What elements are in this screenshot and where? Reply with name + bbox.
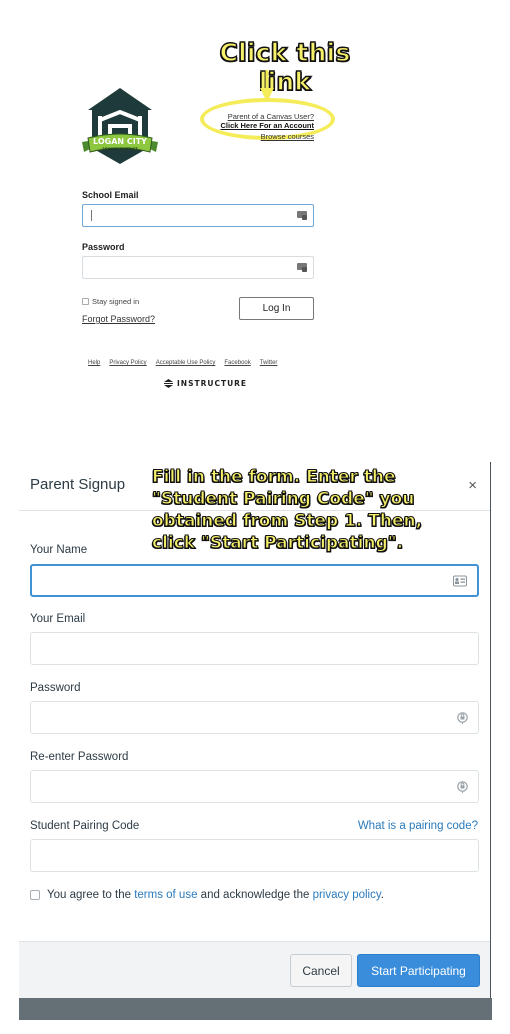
- student-pairing-code-input[interactable]: [30, 839, 479, 872]
- reenter-password-label: Re-enter Password: [30, 751, 129, 763]
- dialog-footer: Cancel Start Participating: [19, 941, 490, 998]
- password-key-icon[interactable]: [457, 780, 468, 793]
- footer-link-aup[interactable]: Acceptable Use Policy: [156, 360, 216, 366]
- cancel-button[interactable]: Cancel: [290, 954, 352, 987]
- logo-text: LOGAN CITY: [93, 137, 147, 146]
- footer-link-twitter[interactable]: Twitter: [260, 360, 278, 366]
- modal-backdrop: [19, 998, 492, 1020]
- logo-subtitle: SCHOOL DISTRICT: [102, 147, 138, 151]
- terms-agreement: You agree to the terms of use and acknow…: [30, 889, 384, 901]
- instructure-brand[interactable]: INSTRUCTURE: [164, 379, 247, 388]
- your-name-label: Your Name: [30, 544, 88, 556]
- annotation-click-link: Click this link: [219, 37, 351, 96]
- dialog-title: Parent Signup: [30, 476, 126, 493]
- privacy-policy-link[interactable]: privacy policy: [313, 889, 381, 901]
- password-input[interactable]: [82, 256, 314, 279]
- logan-city-logo: LOGAN CITY SCHOOL DISTRICT: [82, 88, 158, 164]
- parent-account-link[interactable]: Click Here For an Account: [221, 121, 315, 130]
- password-input[interactable]: [30, 701, 479, 734]
- parent-question-link[interactable]: Parent of a Canvas User?: [221, 112, 314, 121]
- top-links: Parent of a Canvas User? Click Here For …: [221, 112, 315, 141]
- start-participating-button[interactable]: Start Participating: [357, 954, 480, 987]
- password-manager-icon[interactable]: [297, 263, 307, 272]
- stay-signed-in-checkbox[interactable]: [82, 298, 89, 305]
- annotation-fill-form: Fill in the form. Enter the "Student Pai…: [152, 467, 423, 554]
- school-email-label: School Email: [82, 190, 139, 200]
- footer-links: Help Privacy Policy Acceptable Use Polic…: [88, 360, 277, 366]
- log-in-button[interactable]: Log In: [239, 297, 314, 320]
- password-manager-icon[interactable]: [297, 211, 307, 220]
- agree-text: You agree to the terms of use and acknow…: [47, 889, 384, 901]
- what-is-pairing-code-link[interactable]: What is a pairing code?: [358, 820, 478, 832]
- password-label: Password: [30, 682, 81, 694]
- footer-link-facebook[interactable]: Facebook: [224, 360, 250, 366]
- footer-link-privacy[interactable]: Privacy Policy: [109, 360, 146, 366]
- stay-signed-in[interactable]: Stay signed in: [82, 297, 139, 306]
- footer-link-help[interactable]: Help: [88, 360, 100, 366]
- terms-of-use-link[interactable]: terms of use: [134, 889, 197, 901]
- forgot-password-link[interactable]: Forgot Password?: [82, 314, 155, 324]
- password-label: Password: [82, 242, 125, 252]
- instructure-logo-icon: [164, 379, 173, 388]
- browse-courses-link[interactable]: Browse courses: [221, 132, 314, 141]
- contact-card-icon[interactable]: [453, 575, 467, 586]
- instructure-label: INSTRUCTURE: [177, 379, 248, 388]
- password-key-icon[interactable]: [457, 711, 468, 724]
- your-name-input[interactable]: [30, 564, 479, 597]
- close-icon[interactable]: ×: [468, 477, 477, 494]
- text-caret: [91, 210, 92, 221]
- student-pairing-code-label: Student Pairing Code: [30, 820, 140, 832]
- your-email-input[interactable]: [30, 632, 479, 665]
- stay-signed-in-label: Stay signed in: [92, 297, 140, 306]
- agree-checkbox[interactable]: [30, 890, 40, 900]
- school-email-input[interactable]: [82, 204, 314, 227]
- reenter-password-input[interactable]: [30, 770, 479, 803]
- your-email-label: Your Email: [30, 613, 86, 625]
